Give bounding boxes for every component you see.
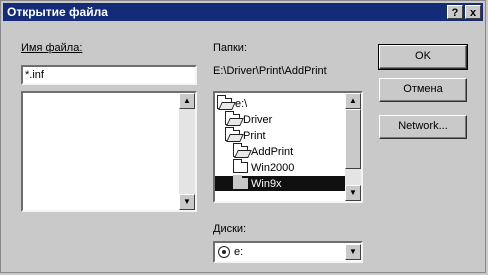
ok-button[interactable]: OK (378, 44, 468, 70)
open-folder-icon (217, 95, 232, 109)
filename-input[interactable]: *.inf (21, 65, 197, 85)
file-list-scrollbar[interactable]: ▲ ▼ (179, 93, 195, 210)
folder-item-label: Win9x (251, 177, 282, 190)
folder-item-label: AddPrint (251, 145, 294, 158)
open-folder-icon (225, 111, 240, 125)
folder-icon (233, 159, 248, 173)
drives-label: Диски: (213, 223, 247, 235)
drives-select[interactable]: e: ▼ (213, 241, 363, 263)
open-folder-icon (233, 143, 248, 157)
folder-item-win9x[interactable]: Win9x (215, 175, 345, 191)
open-file-dialog: Открытие файла ? x Имя файла: *.inf ▲ ▼ … (0, 0, 486, 273)
folder-scroll-up[interactable]: ▲ (345, 93, 361, 109)
folder-item-win2000[interactable]: Win2000 (233, 159, 295, 175)
drive-icon (218, 246, 230, 258)
folder-scroll-thumb[interactable] (345, 109, 361, 169)
filename-value: *.inf (25, 69, 44, 81)
drive-value: e: (234, 246, 244, 258)
folder-scroll-down[interactable]: ▼ (345, 185, 361, 201)
network-button[interactable]: Network... (379, 115, 467, 139)
dialog-title: Открытие файла (7, 5, 108, 19)
folder-tree-scrollbar[interactable]: ▲ ▼ (345, 93, 361, 201)
close-button[interactable]: x (465, 5, 481, 19)
folder-item-label: Win2000 (251, 161, 295, 174)
folder-icon (233, 175, 248, 189)
folder-tree[interactable]: e:\ Driver Print AddPrint Win2000 Win9x … (213, 91, 363, 203)
file-list-scroll-up[interactable]: ▲ (179, 93, 195, 109)
folder-item-driver[interactable]: Driver (225, 111, 273, 127)
cancel-button[interactable]: Отмена (379, 78, 467, 102)
folder-item-label: Driver (243, 113, 273, 126)
folder-item-label: Print (243, 129, 266, 142)
title-bar[interactable]: Открытие файла ? x (3, 3, 483, 21)
folder-item-print[interactable]: Print (225, 127, 266, 143)
drives-dropdown-button[interactable]: ▼ (345, 244, 361, 260)
file-list-scroll-down[interactable]: ▼ (179, 194, 195, 210)
folder-item-addprint[interactable]: AddPrint (233, 143, 294, 159)
file-list[interactable]: ▲ ▼ (21, 91, 197, 212)
current-path: E:\Driver\Print\AddPrint (213, 65, 327, 77)
folder-item-root[interactable]: e:\ (217, 95, 248, 111)
open-folder-icon (225, 127, 240, 141)
folders-label: Папки: (213, 42, 247, 54)
folder-item-label: e:\ (235, 97, 248, 110)
filename-label: Имя файла: (21, 42, 83, 54)
help-button[interactable]: ? (447, 5, 463, 19)
